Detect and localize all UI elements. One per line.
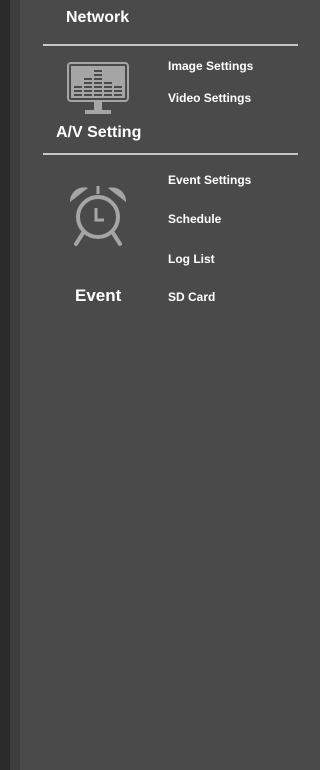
sidebar-menu: Network A/V Setting Image Settings Video… [0,0,320,770]
image-settings-link[interactable]: Image Settings [168,59,253,73]
log-list-link[interactable]: Log List [168,252,215,266]
network-divider [43,44,298,46]
alarm-clock-icon[interactable] [66,182,130,248]
av-setting-divider [43,153,298,155]
schedule-link[interactable]: Schedule [168,212,221,226]
equalizer-monitor-icon[interactable] [67,62,129,116]
event-title[interactable]: Event [75,286,121,306]
event-settings-link[interactable]: Event Settings [168,173,251,187]
network-title[interactable]: Network [66,9,129,27]
left-edge-strip [0,0,10,770]
av-setting-title[interactable]: A/V Setting [56,124,141,142]
video-settings-link[interactable]: Video Settings [168,91,251,105]
sd-card-link[interactable]: SD Card [168,290,215,304]
left-edge-shadow [10,0,20,770]
